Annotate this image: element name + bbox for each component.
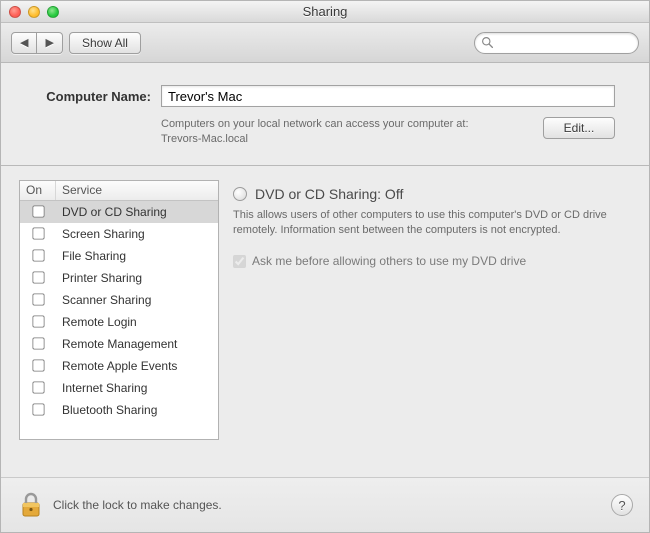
service-label: Remote Login bbox=[56, 315, 218, 329]
service-row[interactable]: Remote Login bbox=[20, 311, 218, 333]
edit-hostname-button[interactable]: Edit... bbox=[543, 117, 615, 139]
computer-name-label: Computer Name: bbox=[21, 89, 151, 104]
service-row[interactable]: DVD or CD Sharing bbox=[20, 201, 218, 223]
computer-name-subtext: Computers on your local network can acce… bbox=[161, 117, 543, 147]
subtext-line2: Trevors-Mac.local bbox=[161, 133, 248, 145]
service-row[interactable]: Scanner Sharing bbox=[20, 289, 218, 311]
service-checkbox[interactable] bbox=[32, 228, 44, 240]
zoom-window-button[interactable] bbox=[47, 6, 59, 18]
services-list: DVD or CD Sharing Screen Sharing File Shar… bbox=[20, 201, 218, 421]
forward-arrow-icon: ▶ bbox=[45, 36, 53, 49]
detail-header: DVD or CD Sharing: Off bbox=[233, 186, 631, 202]
service-row[interactable]: Screen Sharing bbox=[20, 223, 218, 245]
service-label: Scanner Sharing bbox=[56, 293, 218, 307]
service-checkbox[interactable] bbox=[32, 272, 44, 284]
service-checkbox-cell bbox=[20, 337, 56, 350]
service-checkbox-cell bbox=[20, 227, 56, 240]
service-label: Remote Management bbox=[56, 337, 218, 351]
service-checkbox[interactable] bbox=[32, 338, 44, 350]
content-area: Computer Name: Computers on your local n… bbox=[1, 63, 649, 532]
service-checkbox-cell bbox=[20, 205, 56, 218]
titlebar: Sharing bbox=[1, 1, 649, 23]
status-indicator-icon bbox=[233, 187, 247, 201]
minimize-window-button[interactable] bbox=[28, 6, 40, 18]
help-button[interactable]: ? bbox=[611, 494, 633, 516]
service-checkbox-cell bbox=[20, 271, 56, 284]
service-label: Printer Sharing bbox=[56, 271, 218, 285]
ask-before-sharing-checkbox[interactable] bbox=[233, 255, 246, 268]
service-row[interactable]: Printer Sharing bbox=[20, 267, 218, 289]
computer-name-field[interactable] bbox=[161, 85, 615, 107]
service-checkbox[interactable] bbox=[32, 404, 44, 416]
detail-description: This allows users of other computers to … bbox=[233, 208, 631, 239]
lock-icon[interactable] bbox=[19, 491, 43, 519]
search-input[interactable] bbox=[474, 32, 639, 54]
search-icon bbox=[481, 36, 494, 49]
close-window-button[interactable] bbox=[9, 6, 21, 18]
services-table: On Service DVD or CD Sharing Screen Shari… bbox=[19, 180, 219, 440]
back-button[interactable]: ◀ bbox=[11, 32, 37, 54]
service-row[interactable]: File Sharing bbox=[20, 245, 218, 267]
nav-button-group: ◀ ▶ bbox=[11, 32, 63, 54]
service-checkbox-cell bbox=[20, 249, 56, 262]
service-label: DVD or CD Sharing bbox=[56, 205, 218, 219]
forward-button[interactable]: ▶ bbox=[37, 32, 62, 54]
toolbar: ◀ ▶ Show All bbox=[1, 23, 649, 63]
computer-name-sub-row: Computers on your local network can acce… bbox=[1, 113, 649, 165]
service-checkbox[interactable] bbox=[32, 316, 44, 328]
service-checkbox[interactable] bbox=[32, 294, 44, 306]
service-row[interactable]: Remote Apple Events bbox=[20, 355, 218, 377]
service-label: Screen Sharing bbox=[56, 227, 218, 241]
window-title: Sharing bbox=[1, 4, 649, 19]
sharing-preferences-window: Sharing ◀ ▶ Show All Computer Name: Comp… bbox=[0, 0, 650, 533]
service-label: Remote Apple Events bbox=[56, 359, 218, 373]
service-checkbox[interactable] bbox=[32, 250, 44, 262]
column-header-on[interactable]: On bbox=[20, 181, 56, 200]
service-checkbox-cell bbox=[20, 315, 56, 328]
main-area: On Service DVD or CD Sharing Screen Shari… bbox=[1, 166, 649, 477]
window-controls bbox=[1, 6, 59, 18]
search-field-wrap bbox=[474, 32, 639, 54]
ask-before-sharing-label: Ask me before allowing others to use my … bbox=[252, 254, 526, 268]
service-row[interactable]: Remote Management bbox=[20, 333, 218, 355]
footer: Click the lock to make changes. ? bbox=[1, 477, 649, 532]
service-checkbox-cell bbox=[20, 359, 56, 372]
service-checkbox-cell bbox=[20, 381, 56, 394]
lock-text: Click the lock to make changes. bbox=[53, 498, 222, 512]
back-arrow-icon: ◀ bbox=[20, 36, 28, 49]
show-all-button[interactable]: Show All bbox=[69, 32, 141, 54]
subtext-line1: Computers on your local network can acce… bbox=[161, 118, 469, 130]
service-checkbox-cell bbox=[20, 293, 56, 306]
service-checkbox-cell bbox=[20, 403, 56, 416]
service-label: File Sharing bbox=[56, 249, 218, 263]
service-checkbox[interactable] bbox=[32, 382, 44, 394]
service-checkbox[interactable] bbox=[32, 206, 44, 218]
service-label: Bluetooth Sharing bbox=[56, 403, 218, 417]
services-header: On Service bbox=[20, 181, 218, 201]
column-header-service[interactable]: Service bbox=[56, 181, 218, 200]
ask-before-sharing-row[interactable]: Ask me before allowing others to use my … bbox=[233, 254, 631, 268]
service-label: Internet Sharing bbox=[56, 381, 218, 395]
service-row[interactable]: Internet Sharing bbox=[20, 377, 218, 399]
service-row[interactable]: Bluetooth Sharing bbox=[20, 399, 218, 421]
computer-name-row: Computer Name: bbox=[1, 63, 649, 113]
service-detail-panel: DVD or CD Sharing: Off This allows users… bbox=[233, 180, 631, 467]
service-checkbox[interactable] bbox=[32, 360, 44, 372]
detail-title: DVD or CD Sharing: Off bbox=[255, 186, 403, 202]
